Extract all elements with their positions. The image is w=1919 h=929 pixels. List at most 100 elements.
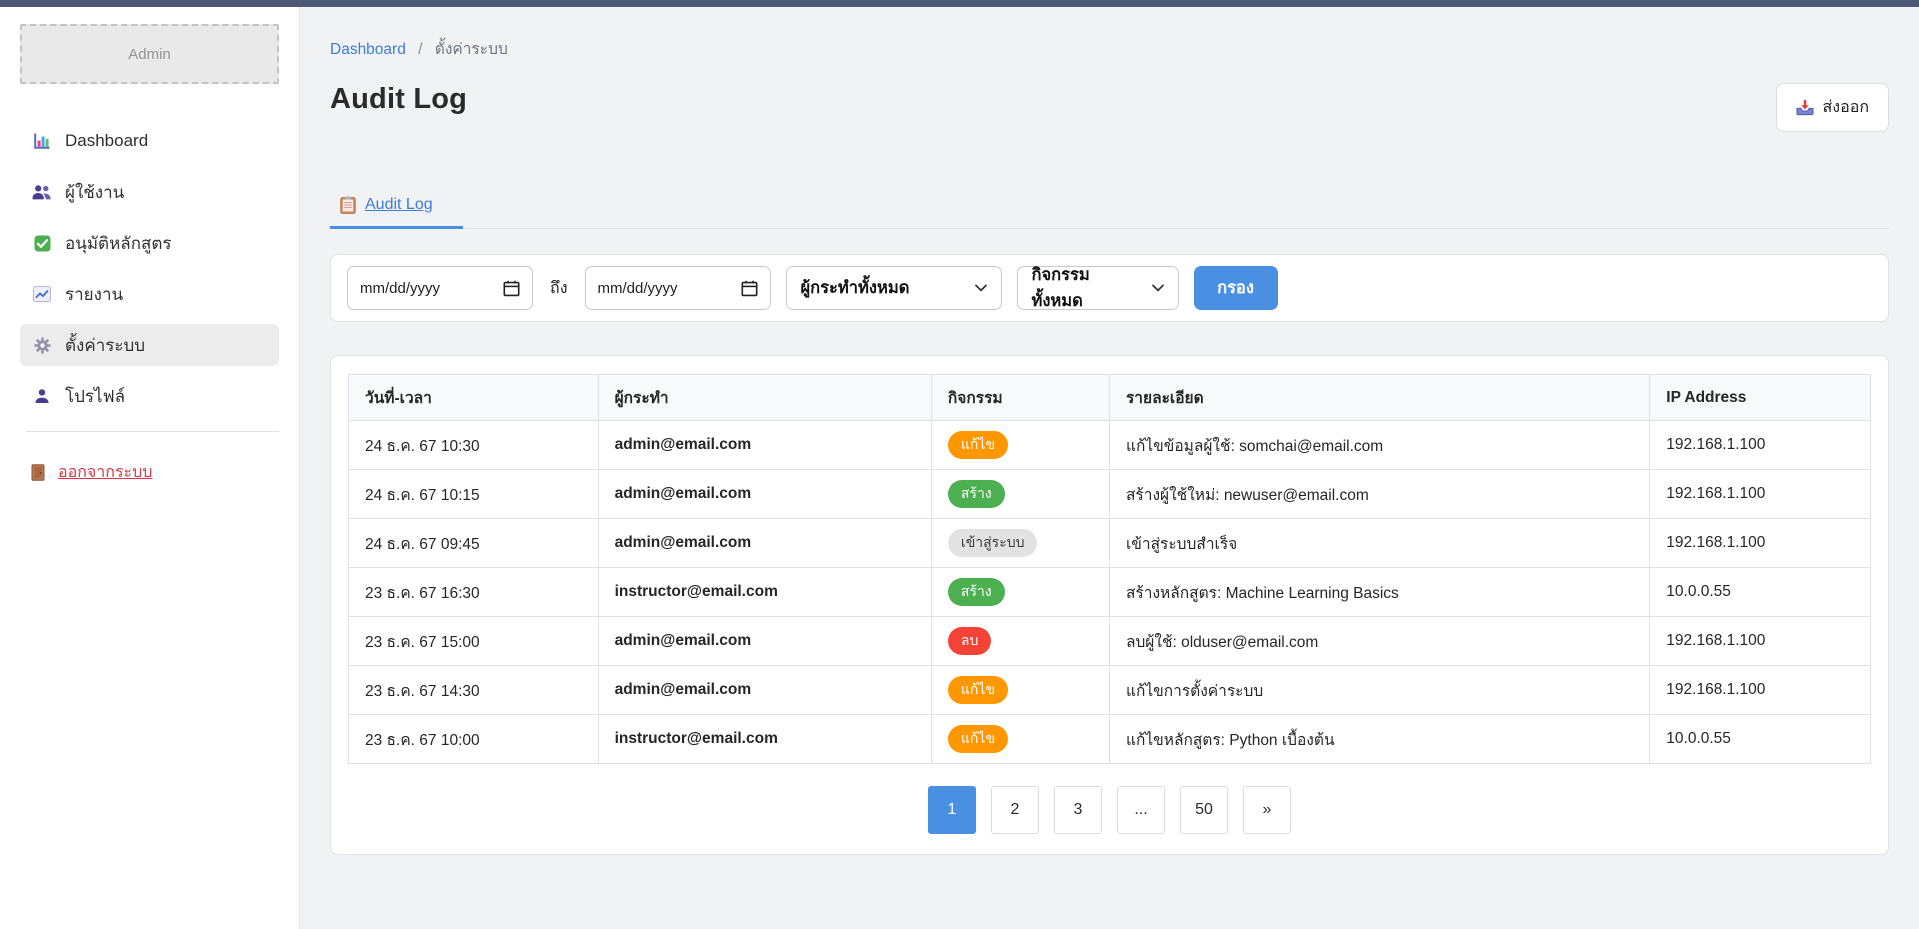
date-to-placeholder: mm/dd/yyyy — [598, 280, 678, 297]
filter-bar: mm/dd/yyyy ถึง mm/dd/yyyy ผู้กระทำทั้งหม… — [330, 254, 1889, 322]
line-chart-icon — [32, 286, 52, 302]
breadcrumb-dashboard-link[interactable]: Dashboard — [330, 41, 406, 58]
cell-ip: 192.168.1.100 — [1650, 617, 1871, 666]
bar-chart-icon — [32, 132, 52, 150]
tab-audit-log-label: Audit Log — [365, 196, 433, 214]
tab-bar: Audit Log — [330, 186, 1889, 229]
page-button-2[interactable]: 2 — [991, 786, 1039, 834]
page-header: Audit Log ส่งออก — [330, 83, 1889, 132]
cell-action: ลบ — [931, 617, 1109, 666]
cell-ip: 192.168.1.100 — [1650, 470, 1871, 519]
date-from-placeholder: mm/dd/yyyy — [360, 280, 440, 297]
sidebar-item-label: ตั้งค่าระบบ — [65, 332, 145, 359]
breadcrumb-current: ตั้งค่าระบบ — [435, 41, 508, 58]
cell-ip: 192.168.1.100 — [1650, 519, 1871, 568]
sidebar-item-dashboard[interactable]: Dashboard — [20, 120, 279, 162]
page-button-next[interactable]: » — [1243, 786, 1291, 834]
sidebar-divider — [26, 431, 279, 432]
tab-audit-log[interactable]: Audit Log — [330, 186, 463, 229]
cell-action: เข้าสู่ระบบ — [931, 519, 1109, 568]
users-icon — [32, 184, 52, 200]
cell-datetime: 24 ธ.ค. 67 09:45 — [349, 519, 599, 568]
sidebar-item-label: โปรไฟล์ — [65, 383, 125, 410]
cell-actor: admin@email.com — [598, 519, 931, 568]
to-label: ถึง — [550, 276, 568, 301]
action-badge: สร้าง — [948, 480, 1005, 507]
cell-action: สร้าง — [931, 470, 1109, 519]
sidebar-item-label: รายงาน — [65, 281, 123, 308]
actor-filter-value: ผู้กระทำทั้งหมด — [801, 275, 910, 301]
action-badge: แก้ไข — [948, 725, 1008, 752]
cell-datetime: 24 ธ.ค. 67 10:15 — [349, 470, 599, 519]
cell-ip: 10.0.0.55 — [1650, 715, 1871, 764]
logout-link[interactable]: ออกจากระบบ — [28, 460, 279, 485]
cell-details: แก้ไขการตั้งค่าระบบ — [1109, 666, 1649, 715]
sidebar-item-label: อนุมัติหลักสูตร — [65, 230, 172, 257]
sidebar-item-course-approval[interactable]: อนุมัติหลักสูตร — [20, 222, 279, 264]
column-header: ผู้กระทำ — [598, 375, 931, 421]
page-button-1[interactable]: 1 — [928, 786, 976, 834]
admin-logo: Admin — [20, 24, 279, 84]
actor-filter-select[interactable]: ผู้กระทำทั้งหมด — [786, 266, 1002, 310]
calendar-icon[interactable] — [503, 280, 520, 297]
main-content: Dashboard / ตั้งค่าระบบ Audit Log ส่งออก… — [300, 7, 1919, 929]
admin-logo-label: Admin — [128, 46, 171, 63]
sidebar-item-system-settings[interactable]: ตั้งค่าระบบ — [20, 324, 279, 366]
sidebar: Admin Dashboard ผู้ใช้งานอนุมัติหลักสูตรร… — [0, 7, 300, 929]
sidebar-item-profile[interactable]: โปรไฟล์ — [20, 375, 279, 417]
clipboard-icon — [340, 196, 356, 214]
top-accent-bar — [0, 0, 1919, 7]
cell-action: แก้ไข — [931, 715, 1109, 764]
chevron-down-icon — [975, 284, 987, 292]
cell-actor: instructor@email.com — [598, 715, 931, 764]
cell-details: เข้าสู่ระบบสำเร็จ — [1109, 519, 1649, 568]
breadcrumb-separator: / — [418, 41, 422, 58]
sidebar-item-reports[interactable]: รายงาน — [20, 273, 279, 315]
person-icon — [32, 388, 52, 404]
cell-ip: 192.168.1.100 — [1650, 421, 1871, 470]
table-row: 24 ธ.ค. 67 10:15admin@email.comสร้างสร้า… — [349, 470, 1871, 519]
cell-action: แก้ไข — [931, 666, 1109, 715]
logout-label: ออกจากระบบ — [58, 460, 152, 485]
table-row: 23 ธ.ค. 67 14:30admin@email.com แก้ไข แก้ไ… — [349, 666, 1871, 715]
page-button-50[interactable]: 50 — [1180, 786, 1228, 834]
export-icon — [1796, 99, 1814, 116]
action-badge: เข้าสู่ระบบ — [948, 529, 1038, 556]
check-icon — [32, 235, 52, 252]
column-header: กิจกรรม — [931, 375, 1109, 421]
activity-filter-select[interactable]: กิจกรรมทั้งหมด — [1017, 266, 1179, 310]
cell-details: แก้ไขหลักสูตร: Python เบื้องต้น — [1109, 715, 1649, 764]
cell-datetime: 24 ธ.ค. 67 10:30 — [349, 421, 599, 470]
cell-ip: 10.0.0.55 — [1650, 568, 1871, 617]
pagination: 123... 50 » — [348, 786, 1871, 834]
export-button-label: ส่งออก — [1823, 95, 1869, 120]
date-to-input[interactable]: mm/dd/yyyy — [585, 266, 771, 310]
sidebar-nav: Dashboard ผู้ใช้งานอนุมัติหลักสูตรรายงานต… — [20, 120, 279, 417]
cell-actor: instructor@email.com — [598, 568, 931, 617]
app-layout: Admin Dashboard ผู้ใช้งานอนุมัติหลักสูตรร… — [0, 7, 1919, 929]
filter-button[interactable]: กรอง — [1194, 266, 1278, 310]
cell-datetime: 23 ธ.ค. 67 14:30 — [349, 666, 599, 715]
table-row: 24 ธ.ค. 67 09:45admin@email.com เข้าสู่ระ… — [349, 519, 1871, 568]
chevron-down-icon — [1152, 284, 1164, 292]
cell-actor: admin@email.com — [598, 421, 931, 470]
sidebar-item-label: Dashboard — [65, 131, 148, 151]
page-button-ellipsis[interactable]: ... — [1117, 786, 1165, 834]
column-header: วันที่-เวลา — [349, 375, 599, 421]
cell-details: สร้างหลักสูตร: Machine Learning Basics — [1109, 568, 1649, 617]
action-badge: แก้ไข — [948, 676, 1008, 703]
action-badge: ลบ — [948, 627, 991, 654]
table-row: 23 ธ.ค. 67 15:00admin@email.comลบลบผู้ใช… — [349, 617, 1871, 666]
table-row: 23 ธ.ค. 67 16:30instructor@email.comสร้า… — [349, 568, 1871, 617]
page-button-3[interactable]: 3 — [1054, 786, 1102, 834]
calendar-icon[interactable] — [741, 280, 758, 297]
breadcrumb: Dashboard / ตั้งค่าระบบ — [330, 36, 1889, 61]
date-from-input[interactable]: mm/dd/yyyy — [347, 266, 533, 310]
table-row: 23 ธ.ค. 67 10:00instructor@email.comแก้ไ… — [349, 715, 1871, 764]
audit-table: วันที่-เวลาผู้กระทำกิจกรรมรายละเอียดIP A… — [348, 374, 1871, 764]
activity-filter-value: กิจกรรมทั้งหมด — [1032, 262, 1132, 314]
cell-actor: admin@email.com — [598, 666, 931, 715]
sidebar-item-users[interactable]: ผู้ใช้งาน — [20, 171, 279, 213]
export-button[interactable]: ส่งออก — [1776, 83, 1889, 132]
audit-table-card: วันที่-เวลาผู้กระทำกิจกรรมรายละเอียดIP A… — [330, 355, 1889, 855]
